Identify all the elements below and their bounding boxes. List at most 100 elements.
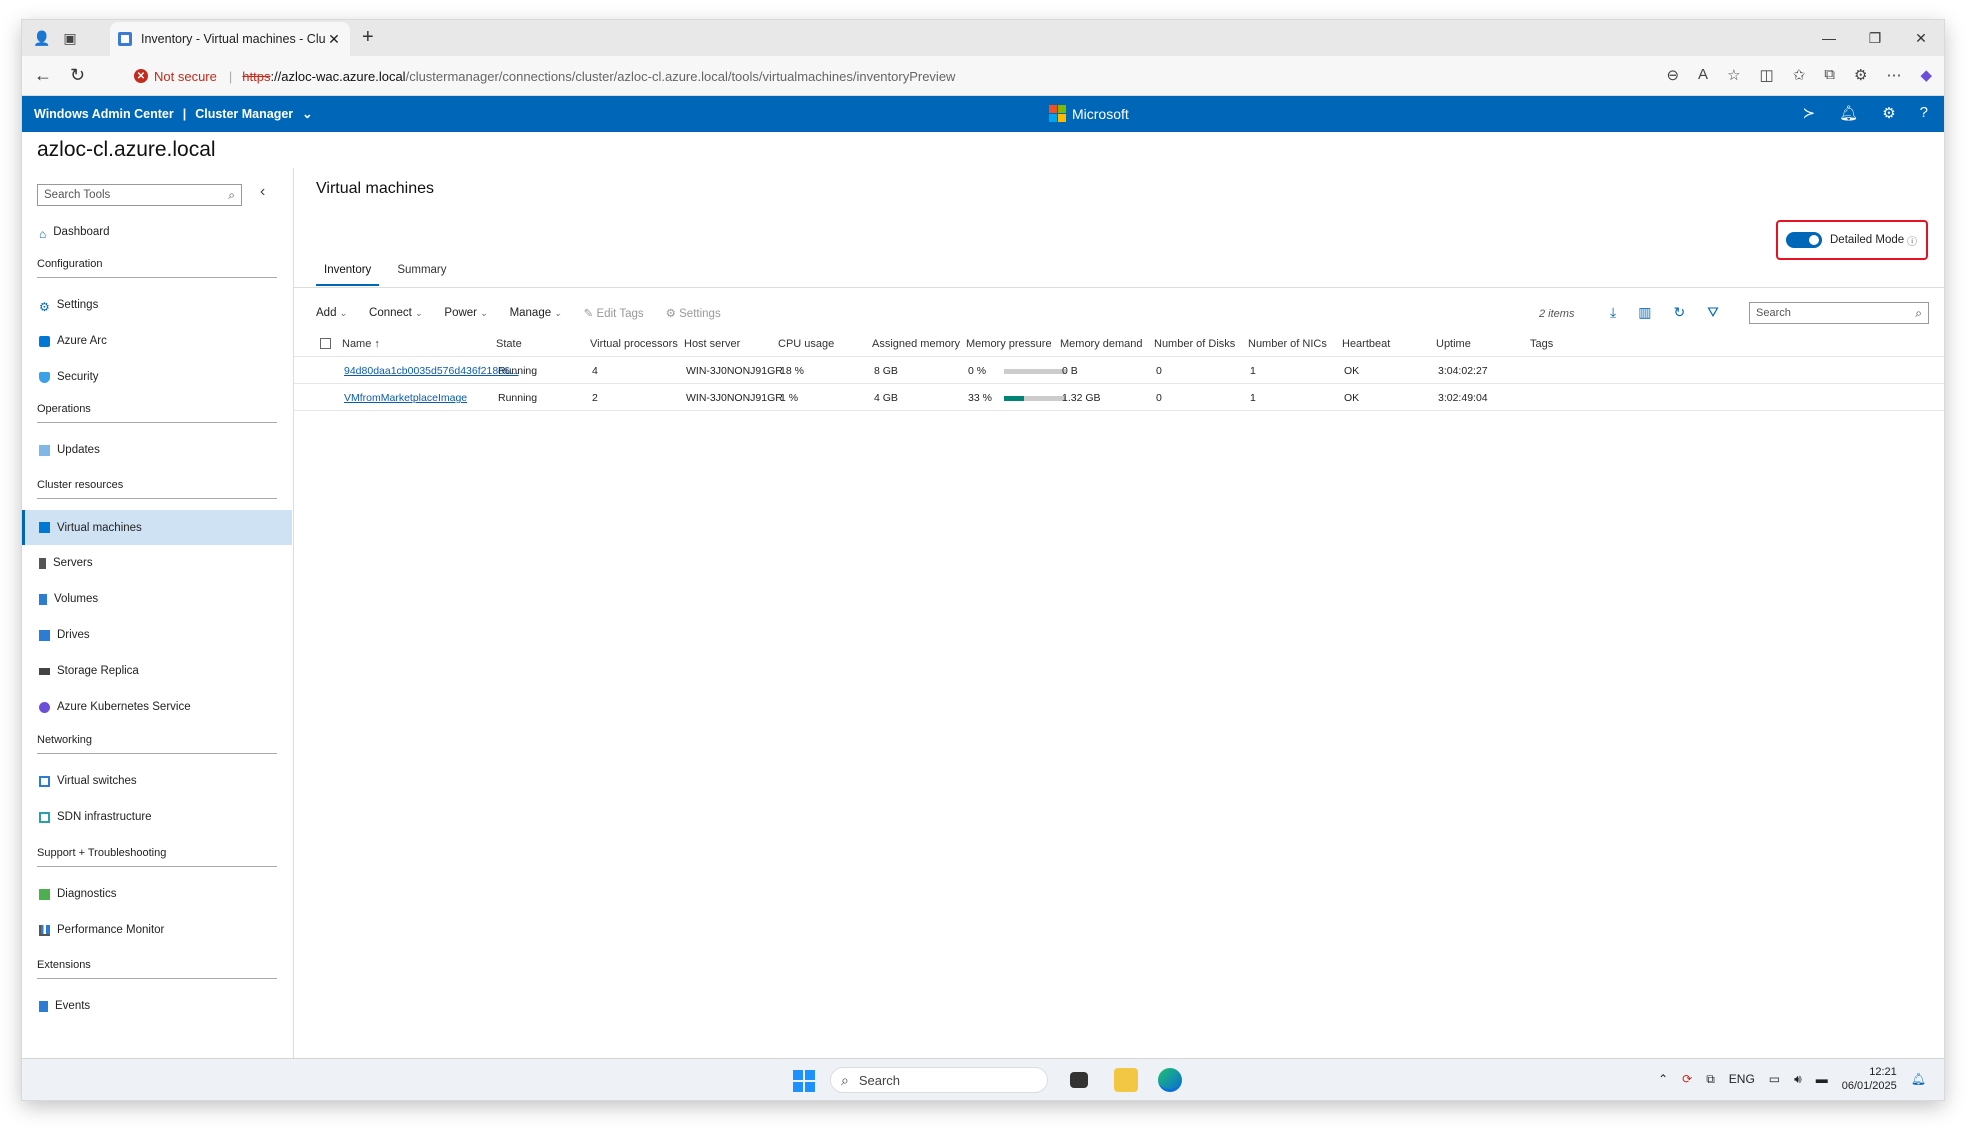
- export-icon[interactable]: ⤓: [1610, 304, 1616, 321]
- profile-icon[interactable]: 👤: [32, 28, 52, 48]
- sidebar-item-virtual-machines[interactable]: Virtual machines: [22, 510, 292, 545]
- tab-title: Inventory - Virtual machines - Clu: [141, 32, 326, 46]
- collapse-sidebar-icon[interactable]: ‹: [260, 183, 265, 201]
- task-view-icon[interactable]: [1070, 1072, 1088, 1088]
- edit-tags-button[interactable]: ✎ Edit Tags: [584, 306, 644, 320]
- gear-icon: ⚙: [665, 308, 676, 320]
- start-button[interactable]: [793, 1070, 815, 1092]
- add-button[interactable]: Add ⌄: [316, 307, 347, 319]
- search-tools-input[interactable]: Search Tools ⌕: [37, 184, 242, 206]
- sync-icon[interactable]: ⟳: [1682, 1072, 1692, 1086]
- sidebar-item-events[interactable]: Events: [22, 991, 292, 1021]
- connect-button[interactable]: Connect ⌄: [369, 307, 422, 319]
- display-icon[interactable]: ▭: [1769, 1072, 1780, 1086]
- column-memory-demand[interactable]: Memory demand: [1060, 338, 1143, 350]
- volume-icon[interactable]: 🔊︎: [1794, 1072, 1802, 1087]
- workspaces-icon[interactable]: ▣: [60, 28, 80, 48]
- sidebar-item-drives[interactable]: Drives: [22, 620, 292, 650]
- table-row[interactable]: VMfromMarketplaceImage Running 2 WIN-3J0…: [294, 384, 1944, 411]
- column-vp[interactable]: Virtual processors: [590, 338, 678, 350]
- favorite-star-icon[interactable]: ☆: [1727, 66, 1740, 84]
- help-icon[interactable]: ?: [1920, 104, 1928, 122]
- sidebar-item-servers[interactable]: Servers: [22, 548, 292, 578]
- favorites-icon[interactable]: ✩: [1793, 66, 1806, 84]
- notification-bell-icon[interactable]: 🔔︎: [1911, 1072, 1926, 1086]
- column-nics[interactable]: Number of NICs: [1248, 338, 1327, 350]
- back-icon[interactable]: ←: [34, 65, 52, 86]
- refresh-icon[interactable]: ↻: [70, 65, 85, 86]
- column-disks[interactable]: Number of Disks: [1154, 338, 1235, 350]
- section-dropdown[interactable]: Cluster Manager: [195, 107, 293, 121]
- sidebar-item-settings[interactable]: ⚙ Settings: [22, 290, 292, 320]
- sidebar-item-updates[interactable]: Updates: [22, 435, 292, 465]
- column-heartbeat[interactable]: Heartbeat: [1342, 338, 1390, 350]
- manage-button[interactable]: Manage ⌄: [510, 307, 562, 319]
- tab-summary[interactable]: Summary: [389, 258, 454, 286]
- chevron-down-icon[interactable]: ⌄: [302, 106, 312, 121]
- detailed-mode-toggle[interactable]: Detailed Mode ⓘ: [1776, 220, 1928, 260]
- settings-gear-icon[interactable]: ⚙: [1882, 104, 1895, 122]
- table-row[interactable]: 94d80daa1cb0035d576d436f218e6... Running…: [294, 357, 1944, 384]
- column-assigned-memory[interactable]: Assigned memory: [872, 338, 960, 350]
- battery-icon[interactable]: ▬: [1816, 1072, 1828, 1086]
- columns-icon[interactable]: ▥: [1638, 304, 1651, 321]
- filter-icon[interactable]: ⛛: [1707, 304, 1719, 321]
- select-all-checkbox[interactable]: [320, 338, 331, 349]
- browser-tab[interactable]: Inventory - Virtual machines - Clu ✕: [110, 22, 350, 56]
- column-tags[interactable]: Tags: [1530, 338, 1553, 350]
- close-tab-icon[interactable]: ✕: [326, 31, 342, 48]
- section-cluster-resources: Cluster resources: [37, 479, 277, 499]
- notifications-icon[interactable]: 🔔︎: [1839, 104, 1858, 122]
- sidebar-item-sdn[interactable]: SDN infrastructure: [22, 802, 292, 832]
- sidebar-item-security[interactable]: Security: [22, 362, 292, 392]
- grid-search-input[interactable]: Search ⌕: [1749, 302, 1929, 324]
- new-tab-icon[interactable]: +: [362, 26, 374, 49]
- sidebar-item-volumes[interactable]: Volumes: [22, 584, 292, 614]
- refresh-icon[interactable]: ↻: [1673, 304, 1685, 321]
- zoom-icon[interactable]: ⊖: [1666, 66, 1679, 84]
- column-state[interactable]: State: [496, 338, 522, 350]
- vm-name-link[interactable]: VMfromMarketplaceImage: [344, 392, 467, 404]
- column-memory-pressure[interactable]: Memory pressure: [966, 338, 1052, 350]
- vm-cpu: 1 %: [780, 392, 799, 404]
- clock[interactable]: 12:21 06/01/2025: [1842, 1065, 1897, 1093]
- edge-icon[interactable]: [1158, 1068, 1182, 1092]
- chevron-up-icon[interactable]: ⌃: [1658, 1072, 1668, 1086]
- more-icon[interactable]: ⋯: [1886, 66, 1901, 84]
- column-cpu[interactable]: CPU usage: [778, 338, 834, 350]
- network-status-icon[interactable]: ⧉: [1706, 1072, 1715, 1087]
- close-window-icon[interactable]: ✕: [1898, 20, 1944, 56]
- restore-icon[interactable]: ❐: [1852, 20, 1898, 56]
- vm-name-link[interactable]: 94d80daa1cb0035d576d436f218e6...: [344, 365, 519, 377]
- settings-button[interactable]: ⚙ Settings: [666, 306, 721, 320]
- minimize-icon[interactable]: —: [1806, 20, 1852, 56]
- extensions-icon[interactable]: ⚙: [1854, 66, 1867, 84]
- powershell-icon[interactable]: ≻: [1803, 104, 1816, 122]
- sidebar-item-virtual-switches[interactable]: Virtual switches: [22, 766, 292, 796]
- sidebar-item-aks[interactable]: Azure Kubernetes Service: [22, 692, 292, 722]
- power-button[interactable]: Power ⌄: [444, 307, 487, 319]
- toggle-switch[interactable]: [1786, 232, 1822, 248]
- split-screen-icon[interactable]: ◫: [1760, 66, 1774, 84]
- column-name[interactable]: Name ↑: [342, 338, 380, 350]
- info-icon[interactable]: ⓘ: [1907, 233, 1917, 248]
- sidebar-item-dashboard[interactable]: ⌂ Dashboard: [22, 217, 292, 247]
- file-explorer-icon[interactable]: [1114, 1068, 1138, 1092]
- collections-icon[interactable]: ⧉: [1824, 66, 1835, 84]
- sidebar-item-azure-arc[interactable]: Azure Arc: [22, 326, 292, 356]
- read-aloud-icon[interactable]: A: [1698, 66, 1708, 84]
- column-uptime[interactable]: Uptime: [1436, 338, 1471, 350]
- sidebar-item-diagnostics[interactable]: Diagnostics: [22, 879, 292, 909]
- tab-inventory[interactable]: Inventory: [316, 258, 380, 286]
- column-host[interactable]: Host server: [684, 338, 740, 350]
- not-secure-label[interactable]: Not secure: [154, 69, 217, 84]
- language-indicator[interactable]: ENG: [1729, 1072, 1755, 1086]
- sidebar-item-performance-monitor[interactable]: Performance Monitor: [22, 915, 292, 945]
- sidebar-item-storage-replica[interactable]: Storage Replica: [22, 656, 292, 686]
- url-field[interactable]: ✕ Not secure | https ://azloc-wac.azure.…: [122, 60, 1582, 92]
- copilot-icon[interactable]: ◆: [1920, 66, 1932, 84]
- vm-table: Name ↑ State Virtual processors Host ser…: [294, 330, 1944, 411]
- taskbar-search[interactable]: ⌕ Search: [830, 1067, 1048, 1093]
- app-name[interactable]: Windows Admin Center: [34, 107, 174, 121]
- events-icon: [39, 1000, 48, 1012]
